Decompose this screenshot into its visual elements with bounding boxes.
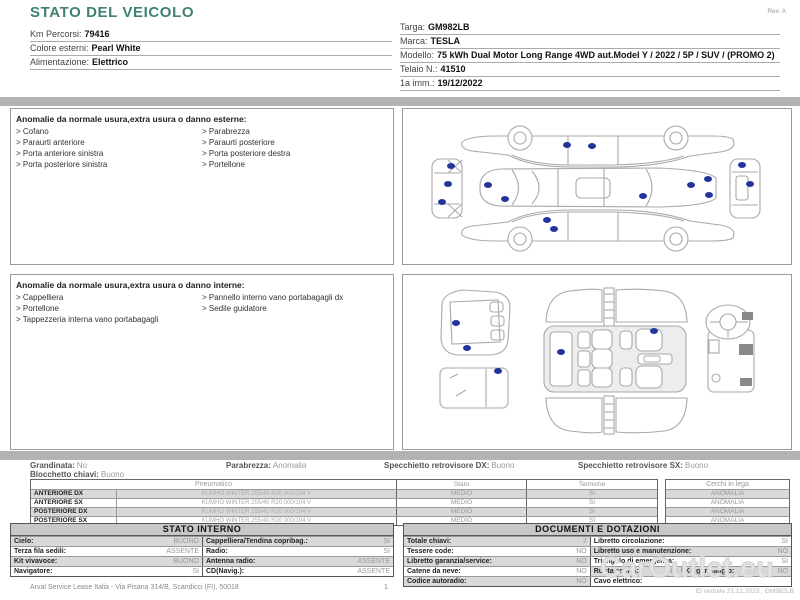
- damage-dot: [447, 163, 455, 169]
- damage-dot: [438, 199, 446, 205]
- damage-dot: [687, 182, 695, 188]
- kv-row: Totale chiavi: 2 Libretto circolazione: SI: [404, 536, 791, 546]
- revision-label: Rev. A: [767, 8, 786, 15]
- exterior-anomalies-title: Anomalie da normale usura,extra usura o …: [16, 114, 247, 124]
- section-divider-top: [0, 97, 800, 106]
- status-grandinata: Grandinata: No: [30, 461, 88, 470]
- interior-damage-diagram-panel: [402, 274, 792, 450]
- tire-row: ANTERIORE SX KUMHO WINTER 255/40 R20 000…: [31, 498, 657, 507]
- trunk-interior-view: [440, 289, 511, 356]
- tire-row: POSTERIORE DX KUMHO WINTER 255/40 R20 00…: [31, 507, 657, 516]
- exterior-anomalies-col2: > Parabrezza > Paraurti posteriore > Por…: [202, 127, 388, 171]
- dashboard-view: [705, 304, 755, 393]
- exterior-anomalies-panel: Anomalie da normale usura,extra usura o …: [10, 108, 394, 265]
- anomaly-item: > Cofano: [16, 127, 49, 136]
- interior-car-diagram: [439, 287, 755, 435]
- info-row-targa: Targa: GM982LB: [400, 21, 780, 35]
- info-row-marca: Marca: TESLA: [400, 35, 780, 49]
- col-header-pneumatico: Pneumatico: [195, 481, 232, 488]
- car-left-side-view: [461, 209, 735, 252]
- interior-anomalies-col1: > Cappelliera > Portellone > Tappezzeria…: [16, 293, 202, 326]
- damage-dot: [746, 181, 754, 187]
- page-title: STATO DEL VEICOLO: [30, 4, 195, 21]
- tailgate-panel-view: [439, 367, 509, 409]
- documenti-title: DOCUMENTI E DOTAZIONI: [404, 524, 791, 536]
- damage-dot: [501, 196, 509, 202]
- col-header-termiche: Termiche: [526, 480, 657, 489]
- anomaly-item: > Paraurti posteriore: [202, 138, 275, 147]
- damage-dot: [705, 192, 713, 198]
- col-header-stato: Stato: [396, 480, 526, 489]
- cabin-top-view: [543, 287, 688, 435]
- caroutlet-watermark: CarOutlet.eu: [599, 552, 775, 585]
- section-divider-bottom: [0, 451, 800, 460]
- interior-anomalies-panel: Anomalie da normale usura,extra usura o …: [10, 274, 394, 450]
- col-header-cerchi: Cerchi in lega: [706, 481, 749, 488]
- tires-table: Pneumatico Stato Termiche ANTERIORE DX K…: [30, 479, 658, 526]
- anomaly-item: > Porta posteriore sinistra: [16, 160, 108, 169]
- anomaly-item: > Portellone: [202, 160, 245, 169]
- anomaly-item: > Tappezzeria interna vano portabagagli: [16, 315, 159, 324]
- info-row-alimentazione: Alimentazione: Elettrico: [30, 56, 392, 70]
- kv-row: Terza fila sedili: ASSENTE Radio: SI: [11, 546, 393, 556]
- tire-row: ANTERIORE DX KUMHO WINTER 255/40 R20 000…: [31, 489, 657, 498]
- info-row-km: Km Percorsi: 79416: [30, 28, 392, 42]
- damage-dot: [738, 162, 746, 168]
- exterior-anomalies-col1: > Cofano > Paraurti anteriore > Porta an…: [16, 127, 202, 171]
- damage-dot: [704, 176, 712, 182]
- footer-page-number: 1: [384, 584, 388, 591]
- kv-row: Cielo: BUONO Cappelliera/Tendina copribag…: [11, 536, 393, 546]
- stato-interno-title: STATO INTERNO: [11, 524, 393, 536]
- status-blocchetto-chiavi: Blocchetto chiavi: Buono: [30, 470, 125, 479]
- damage-dot: [484, 182, 492, 188]
- anomaly-item: > Parabrezza: [202, 127, 250, 136]
- tires-table-header: Pneumatico Stato Termiche: [31, 480, 657, 489]
- damage-dot: [650, 328, 658, 334]
- anomaly-item: > Pannello interno vano portabagagli dx: [202, 293, 344, 302]
- vehicle-info-left: Km Percorsi: 79416 Colore esterni: Pearl W…: [30, 28, 392, 70]
- cerchi-row: ANOMALIA: [666, 507, 789, 516]
- damage-dot: [543, 217, 551, 223]
- footer-company-address: Arval Service Lease Italia - Via Pisana …: [30, 584, 239, 591]
- damage-dot: [563, 142, 571, 148]
- exterior-damage-diagram-panel: [402, 108, 792, 265]
- info-row-modello: Modello: 75 kWh Dual Motor Long Range 4WD…: [400, 49, 780, 63]
- damage-dot: [639, 193, 647, 199]
- car-rear-view: [729, 158, 761, 219]
- damage-dot: [463, 345, 471, 351]
- exterior-car-diagram: [431, 125, 761, 252]
- anomaly-item: > Porta posteriore destra: [202, 149, 291, 158]
- anomaly-item: > Sedile guidatore: [202, 304, 267, 313]
- interior-anomalies-col2: > Pannello interno vano portabagagli dx …: [202, 293, 388, 326]
- damage-dot: [550, 226, 558, 232]
- kv-row: Navigatore: SI CD(Navig.): ASSENTE: [11, 566, 393, 576]
- car-right-side-view: [461, 125, 735, 168]
- damage-dot: [588, 143, 596, 149]
- interior-anomalies-title: Anomalie da normale usura,extra usura o …: [16, 280, 245, 290]
- status-specchietto-dx: Specchietto retrovisore DX: Buono: [384, 461, 515, 470]
- status-parabrezza: Parabrezza: Anomalia: [226, 461, 307, 470]
- car-top-view: [479, 167, 717, 208]
- info-row-colore: Colore esterni: Pearl White: [30, 42, 392, 56]
- anomaly-item: > Porta anteriore sinistra: [16, 149, 104, 158]
- damage-dot: [444, 181, 452, 187]
- kv-row: Kit vivavoce: BUONO Antenna radio: ASSENTE: [11, 556, 393, 566]
- cerchi-row: ANOMALIA: [666, 498, 789, 507]
- status-specchietto-sx: Specchietto retrovisore SX: Buono: [578, 461, 709, 470]
- footer-document-id: ID verbale 21.12.2023 , GM982LB: [695, 588, 794, 595]
- stato-interno-table: STATO INTERNO Cielo: BUONO Cappelliera/Te…: [10, 523, 394, 577]
- anomaly-item: > Cappelliera: [16, 293, 64, 302]
- info-row-immatricolazione: 1a imm.: 19/12/2022: [400, 77, 780, 91]
- cerchi-row: ANOMALIA: [666, 489, 789, 498]
- damage-dot: [557, 349, 565, 355]
- damage-dot: [452, 320, 460, 326]
- alloy-wheels-table: Cerchi in lega ANOMALIA ANOMALIA ANOMALI…: [665, 479, 790, 526]
- anomaly-item: > Portellone: [16, 304, 59, 313]
- car-front-view: [431, 158, 463, 219]
- vehicle-info-right: Targa: GM982LB Marca: TESLA Modello: 75 kWh…: [400, 21, 780, 91]
- damage-dot: [494, 368, 502, 374]
- info-row-telaio: Telaio N.: 41510: [400, 63, 780, 77]
- anomaly-item: > Paraurti anteriore: [16, 138, 85, 147]
- vehicle-report-page: STATO DEL VEICOLO Rev. A Km Percorsi: 794…: [0, 0, 800, 600]
